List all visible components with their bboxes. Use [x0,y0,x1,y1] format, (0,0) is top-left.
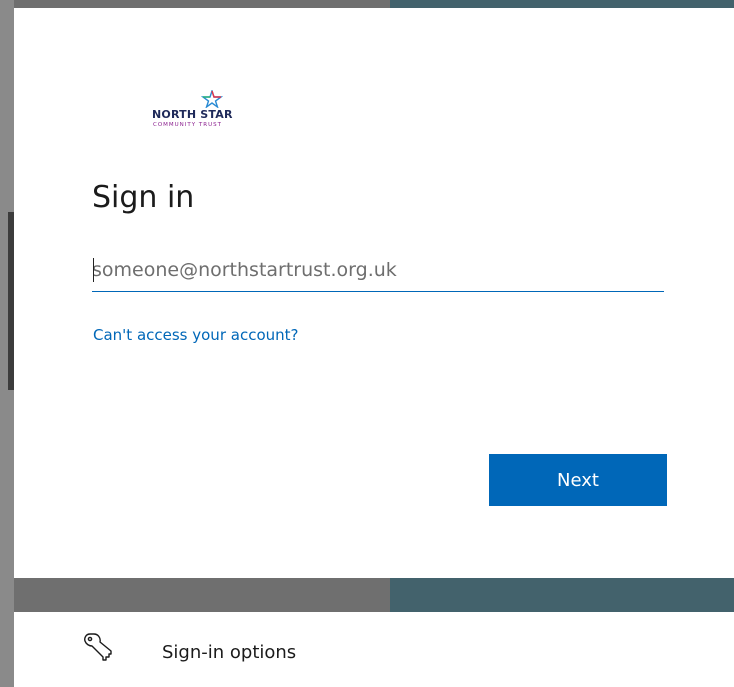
star-icon [201,90,223,108]
brand-tagline: COMMUNITY TRUST [153,122,222,128]
sign-in-options-label: Sign-in options [162,642,297,663]
sign-in-options-button[interactable]: Sign-in options [14,612,734,687]
brand-name: NORTH STAR [152,108,233,121]
text-caret [93,258,94,282]
email-input[interactable] [92,248,664,292]
next-button[interactable]: Next [489,454,667,506]
key-icon [82,630,116,664]
sign-in-card: NORTH STAR COMMUNITY TRUST Sign in Can't… [14,8,734,578]
brand-logo: NORTH STAR COMMUNITY TRUST [152,88,272,148]
cant-access-account-link[interactable]: Can't access your account? [93,326,298,344]
page-title: Sign in [92,180,195,215]
